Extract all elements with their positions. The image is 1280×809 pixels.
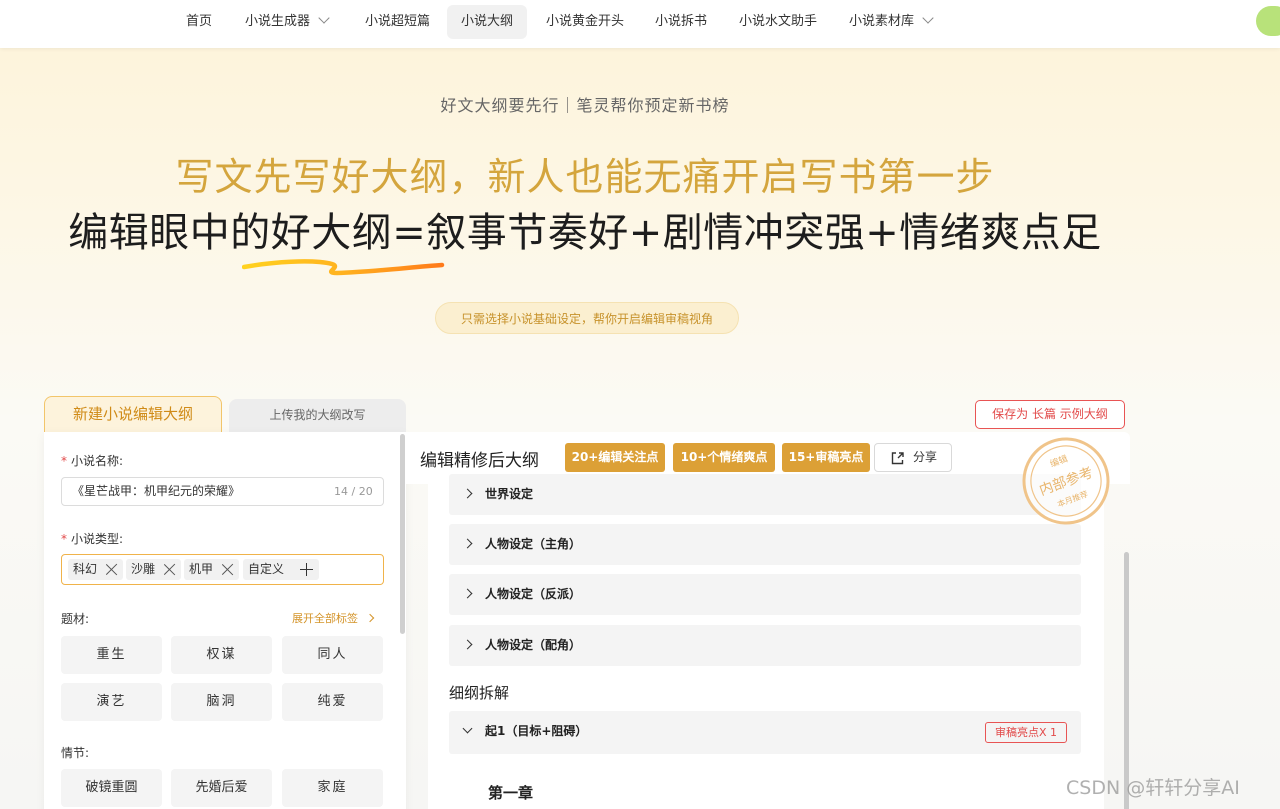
editor-stamp-icon: 编辑 内部参考 本月推荐 (1022, 437, 1110, 525)
hero-subtitle: 好文大纲要先行｜笔灵帮你预定新书榜 (440, 96, 730, 115)
chevron-down-icon (462, 723, 473, 734)
outline-scrollbar[interactable] (1124, 552, 1129, 809)
theme-chip[interactable]: 纯爱 (282, 683, 383, 721)
theme-chip[interactable]: 同人 (282, 636, 383, 674)
watermark: CSDN @轩轩分享AI (1066, 777, 1240, 799)
novel-type-label: * 小说类型: (61, 532, 124, 546)
left-panel-scrollbar[interactable] (400, 434, 405, 634)
review-highlights-badge: 15+审稿亮点 (782, 443, 870, 472)
accordion-protagonist[interactable]: 人物设定（主角） (449, 524, 1081, 565)
nav-item-book-breakdown[interactable]: 小说拆书 (641, 5, 721, 39)
chevron-right-icon (365, 613, 375, 623)
top-navigation: 首页 小说生成器 小说超短篇 小说大纲 小说黄金开头 小说拆书 小说水文助手 小… (0, 0, 1280, 48)
hero-headline: 写文先写好大纲，新人也能无痛开启写书第一步 (175, 155, 995, 199)
custom-type-tag[interactable]: 自定义 (243, 559, 319, 580)
theme-label: 题材: (61, 612, 90, 626)
theme-chip[interactable]: 脑洞 (171, 683, 272, 721)
tab-upload-outline[interactable]: 上传我的大纲改写 (229, 399, 406, 432)
close-icon[interactable] (222, 563, 234, 575)
review-highlight-count-badge: 审稿亮点X 1 (985, 722, 1067, 743)
accordion-antagonist[interactable]: 人物设定（反派） (449, 574, 1081, 615)
chevron-right-icon (462, 488, 473, 499)
nav-item-short-story[interactable]: 小说超短篇 (351, 5, 444, 39)
nav-item-material-library[interactable]: 小说素材库 (835, 5, 946, 39)
chevron-down-icon (922, 12, 934, 24)
type-tag: 沙雕 (126, 559, 181, 580)
type-tag: 科幻 (68, 559, 123, 580)
user-action-button[interactable] (1256, 6, 1280, 36)
type-tag: 机甲 (184, 559, 239, 580)
chapter-title: 第一章 (488, 784, 534, 802)
emotion-points-badge: 10+个情绪爽点 (673, 443, 775, 472)
accordion-world-setting[interactable]: 世界设定 (449, 474, 1081, 515)
plot-chip[interactable]: 破镜重圆 (61, 769, 162, 807)
chevron-down-icon (318, 12, 330, 24)
plot-chip[interactable]: 先婚后爱 (171, 769, 272, 807)
editor-focus-badge: 20+编辑关注点 (565, 443, 665, 472)
novel-name-char-count: 14 / 20 (334, 485, 373, 498)
theme-chip[interactable]: 重生 (61, 636, 162, 674)
plot-label: 情节: (61, 746, 90, 760)
outline-result-title: 编辑精修后大纲 (420, 451, 539, 471)
hero-tip: 只需选择小说基础设定，帮你开启编辑审稿视角 (435, 302, 739, 334)
nav-item-home[interactable]: 首页 (172, 5, 226, 39)
detail-outline-title: 细纲拆解 (449, 684, 510, 702)
accordion-supporting-roles[interactable]: 人物设定（配角） (449, 625, 1081, 666)
hero-formula: 编辑眼中的好大纲=叙事节奏好+剧情冲突强+情绪爽点足 (68, 210, 1102, 256)
chevron-right-icon (462, 538, 473, 549)
swoosh-decoration (242, 259, 445, 276)
nav-item-filler-assistant[interactable]: 小说水文助手 (725, 5, 831, 39)
theme-chip[interactable]: 演艺 (61, 683, 162, 721)
novel-name-label: * 小说名称: (61, 454, 124, 468)
theme-chip[interactable]: 权谋 (171, 636, 272, 674)
expand-all-tags-link[interactable]: 展开全部标签 (292, 610, 375, 626)
share-button[interactable]: 分享 (874, 443, 952, 472)
chevron-right-icon (462, 639, 473, 650)
save-as-example-button[interactable]: 保存为 长篇 示例大纲 (975, 400, 1125, 429)
nav-item-outline[interactable]: 小说大纲 (447, 5, 528, 39)
tab-new-outline[interactable]: 新建小说编辑大纲 (44, 396, 222, 432)
share-icon (891, 452, 904, 465)
plus-icon[interactable] (300, 563, 313, 576)
chevron-right-icon (462, 588, 473, 599)
nav-item-golden-opening[interactable]: 小说黄金开头 (532, 5, 638, 39)
close-icon[interactable] (106, 563, 118, 575)
nav-item-generator[interactable]: 小说生成器 (231, 5, 342, 39)
plot-chip[interactable]: 家庭 (282, 769, 383, 807)
close-icon[interactable] (164, 563, 176, 575)
